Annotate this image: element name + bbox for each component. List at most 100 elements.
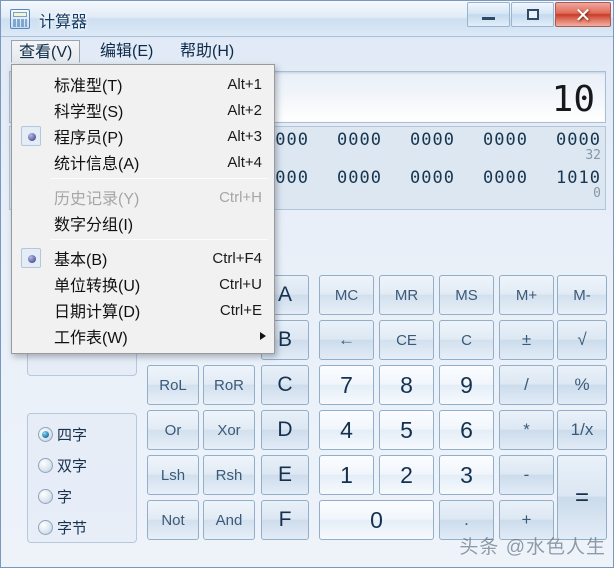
button-square-root[interactable]: √ — [557, 320, 607, 360]
button-or[interactable]: Or — [147, 410, 199, 450]
button-digit-2[interactable]: 2 — [379, 455, 434, 495]
button-memory-store[interactable]: MS — [439, 275, 494, 315]
menu-item-label: 工作表(W) — [54, 330, 128, 347]
window-title: 计算器 — [39, 14, 88, 31]
calculator-window: 计算器 ✕ 查看(V) 编辑(E) 帮助(H) 10 000063 0000 0… — [0, 0, 614, 568]
button-lsh[interactable]: Lsh — [147, 455, 199, 495]
radio-dword[interactable]: 双字 — [38, 452, 87, 478]
button-hex-d[interactable]: D — [261, 410, 309, 450]
button-digit-0[interactable]: 0 — [319, 500, 434, 540]
menu-item-worksheet[interactable]: 工作表(W) — [12, 323, 276, 349]
menu-view[interactable]: 查看(V) — [11, 40, 81, 63]
button-memory-subtract[interactable]: M- — [557, 275, 607, 315]
button-rol[interactable]: RoL — [147, 365, 199, 405]
menu-item-programmer[interactable]: 程序员(P) Alt+3 — [12, 123, 276, 149]
button-hex-f[interactable]: F — [261, 500, 309, 540]
button-digit-9[interactable]: 9 — [439, 365, 494, 405]
button-clear[interactable]: C — [439, 320, 494, 360]
radio-label: 四字 — [57, 426, 88, 444]
radio-label: 字 — [57, 488, 73, 506]
radio-indicator-icon — [38, 519, 53, 535]
button-digit-6[interactable]: 6 — [439, 410, 494, 450]
display-value: 10 — [551, 79, 595, 120]
bit-group: 0000 — [410, 130, 455, 150]
menu-item-label: 基本(B) — [54, 252, 108, 269]
close-button[interactable]: ✕ — [555, 2, 611, 27]
button-sign-toggle[interactable]: ± — [499, 320, 554, 360]
button-digit-5[interactable]: 5 — [379, 410, 434, 450]
chevron-right-icon — [260, 332, 266, 340]
bit-group: 0000 — [337, 130, 382, 150]
button-and[interactable]: And — [203, 500, 255, 540]
menu-item-accel: Alt+1 — [227, 75, 262, 93]
bit-group: 0000 — [556, 130, 601, 150]
button-rsh[interactable]: Rsh — [203, 455, 255, 495]
calculator-icon — [10, 9, 30, 29]
button-multiply[interactable]: * — [499, 410, 554, 450]
button-memory-recall[interactable]: MR — [379, 275, 434, 315]
menu-item-accel: Ctrl+H — [219, 188, 262, 206]
button-memory-clear[interactable]: MC — [319, 275, 374, 315]
radio-indicator-icon — [38, 457, 53, 473]
button-digit-1[interactable]: 1 — [319, 455, 374, 495]
button-divide[interactable]: / — [499, 365, 554, 405]
menu-item-accel: Alt+2 — [227, 101, 262, 119]
maximize-button[interactable] — [511, 2, 554, 27]
menu-edit[interactable]: 编辑(E) — [93, 40, 160, 63]
radio-label: 字节 — [57, 519, 88, 537]
button-backspace[interactable]: ← — [319, 320, 374, 360]
button-digit-4[interactable]: 4 — [319, 410, 374, 450]
button-clear-entry[interactable]: CE — [379, 320, 434, 360]
title-bar: 计算器 ✕ — [1, 1, 613, 37]
menu-item-standard[interactable]: 标准型(T) Alt+1 — [12, 71, 276, 97]
button-xor[interactable]: Xor — [203, 410, 255, 450]
button-hex-e[interactable]: E — [261, 455, 309, 495]
radio-qword[interactable]: 四字 — [38, 421, 87, 447]
button-ror[interactable]: RoR — [203, 365, 255, 405]
menu-item-history: 历史记录(Y) Ctrl+H — [12, 184, 276, 210]
bit-group: 1010 — [556, 168, 601, 188]
menu-separator — [50, 178, 268, 179]
button-hex-c[interactable]: C — [261, 365, 309, 405]
menu-item-accel: Alt+3 — [227, 127, 262, 145]
button-memory-add[interactable]: M+ — [499, 275, 554, 315]
button-reciprocal[interactable]: 1/x — [557, 410, 607, 450]
close-icon: ✕ — [574, 2, 592, 27]
menu-item-label: 数字分组(I) — [54, 217, 134, 234]
menu-item-scientific[interactable]: 科学型(S) Alt+2 — [12, 97, 276, 123]
radio-indicator-icon — [38, 488, 53, 504]
menu-item-label: 历史记录(Y) — [54, 191, 140, 208]
menu-item-date-calculation[interactable]: 日期计算(D) Ctrl+E — [12, 297, 276, 323]
menu-item-label: 统计信息(A) — [54, 156, 140, 173]
button-digit-8[interactable]: 8 — [379, 365, 434, 405]
word-size-radio-group: 四字 双字 字 字节 — [27, 413, 137, 543]
menu-separator — [50, 239, 268, 240]
maximize-icon — [526, 9, 539, 20]
menu-item-accel: Ctrl+F4 — [212, 249, 262, 267]
radio-check-icon — [21, 248, 41, 268]
button-equals[interactable]: = — [557, 455, 607, 540]
radio-indicator-icon — [38, 426, 53, 442]
radio-label: 双字 — [57, 457, 88, 475]
menu-item-basic[interactable]: 基本(B) Ctrl+F4 — [12, 245, 276, 271]
button-digit-3[interactable]: 3 — [439, 455, 494, 495]
button-subtract[interactable]: - — [499, 455, 554, 495]
menu-help[interactable]: 帮助(H) — [173, 40, 241, 63]
view-dropdown-menu: 标准型(T) Alt+1 科学型(S) Alt+2 程序员(P) Alt+3 统… — [11, 64, 275, 354]
menu-item-accel: Alt+4 — [227, 153, 262, 171]
button-digit-7[interactable]: 7 — [319, 365, 374, 405]
menu-item-statistics[interactable]: 统计信息(A) Alt+4 — [12, 149, 276, 175]
button-percent[interactable]: % — [557, 365, 607, 405]
bit-group: 0000 — [337, 168, 382, 188]
menu-item-unit-conversion[interactable]: 单位转换(U) Ctrl+U — [12, 271, 276, 297]
bit-index-0: 0 — [593, 186, 601, 201]
menu-item-label: 程序员(P) — [54, 130, 124, 147]
menu-item-accel: Ctrl+E — [219, 301, 262, 319]
radio-byte[interactable]: 字节 — [38, 514, 87, 540]
menu-item-label: 单位转换(U) — [54, 278, 141, 295]
button-not[interactable]: Not — [147, 500, 199, 540]
radio-word[interactable]: 字 — [38, 483, 72, 509]
minimize-button[interactable] — [467, 2, 510, 27]
radio-check-icon — [21, 126, 41, 146]
menu-item-digit-grouping[interactable]: 数字分组(I) — [12, 210, 276, 236]
